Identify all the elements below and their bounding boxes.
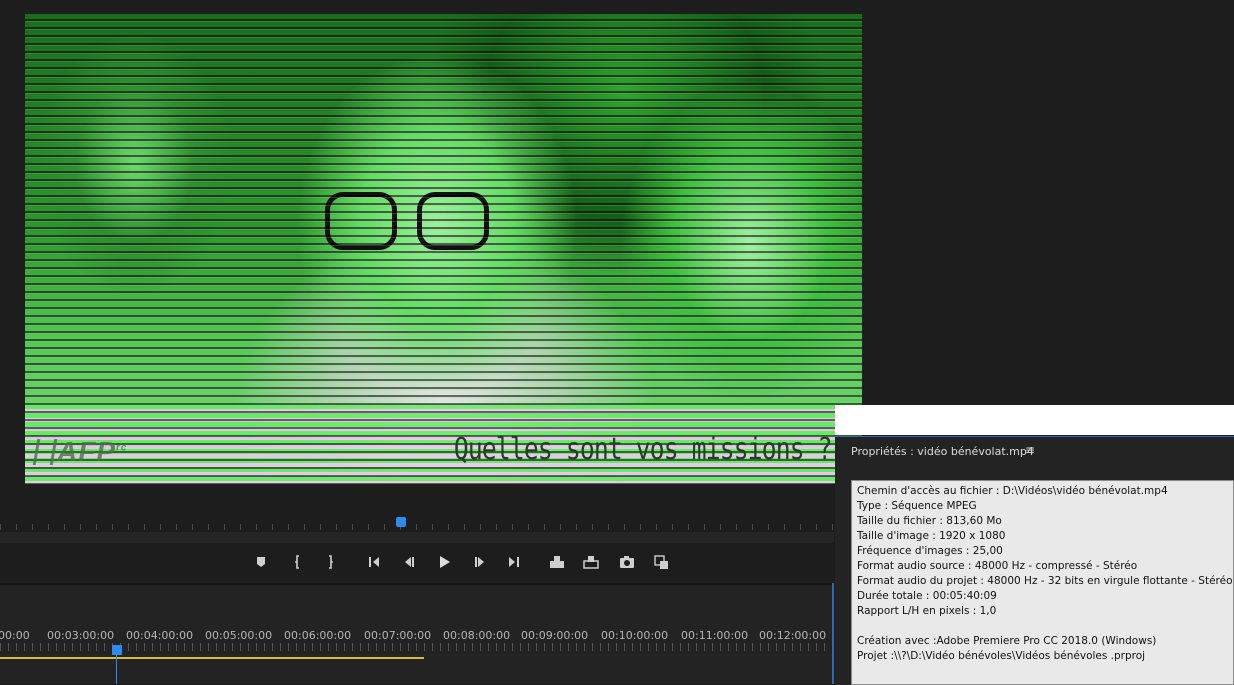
video-scanlines bbox=[25, 14, 862, 484]
timecode-label: 00:11:00:00 bbox=[681, 629, 749, 642]
timeline-panel: 00:00 00:03:00:00 00:04:00:00 00:05:00:0… bbox=[0, 583, 834, 684]
insert-button[interactable] bbox=[544, 551, 570, 573]
timecode-label: 00:03:00:00 bbox=[47, 629, 115, 642]
afp-logo-text: AFP bbox=[57, 436, 116, 467]
step-forward-icon bbox=[475, 557, 484, 567]
transport-controls bbox=[0, 545, 834, 579]
properties-line: Format audio source : 48000 Hz - compres… bbox=[857, 560, 1138, 572]
step-forward-button[interactable] bbox=[467, 551, 493, 573]
timecode-label: 00:07:00:00 bbox=[364, 629, 432, 642]
monitor-scrub-bar[interactable] bbox=[0, 532, 834, 543]
timecode-label: 00:04:00:00 bbox=[126, 629, 194, 642]
timeline-separator bbox=[0, 583, 834, 585]
go-to-out-button[interactable] bbox=[500, 551, 526, 573]
properties-panel: Propriétés : vidéo bénévolat.mp4 ≡ Chemi… bbox=[835, 436, 1234, 685]
work-area-bar[interactable] bbox=[0, 657, 424, 659]
properties-line: Projet :\\?\D:\Vidéo bénévoles\Vidéos bé… bbox=[857, 650, 1146, 662]
properties-spacer bbox=[857, 619, 1228, 634]
mark-out-button[interactable] bbox=[317, 551, 343, 573]
hamburger-icon[interactable]: ≡ bbox=[1025, 443, 1035, 457]
panel-header-blank bbox=[835, 405, 1234, 435]
properties-line: Format audio du projet : 48000 Hz - 32 b… bbox=[857, 575, 1233, 587]
marker-icon bbox=[257, 557, 265, 567]
button-editor-button[interactable] bbox=[648, 551, 674, 573]
monitor-playhead[interactable] bbox=[396, 517, 406, 527]
step-back-icon bbox=[405, 557, 414, 567]
timecode-label: 00:10:00:00 bbox=[601, 629, 669, 642]
timecode-label: 00:06:00:00 bbox=[284, 629, 352, 642]
afp-logo-figure bbox=[32, 439, 58, 465]
afp-logo: AFPrc bbox=[32, 436, 128, 468]
go-to-in-button[interactable] bbox=[362, 551, 388, 573]
timecode-label: 00:12:00:00 bbox=[759, 629, 827, 642]
properties-title: Propriétés : vidéo bénévolat.mp4 bbox=[851, 445, 1034, 458]
properties-line: Création avec :Adobe Premiere Pro CC 201… bbox=[857, 635, 1157, 647]
play-icon bbox=[440, 556, 450, 568]
mark-out-icon bbox=[329, 555, 333, 569]
properties-line: Taille d'image : 1920 x 1080 bbox=[857, 530, 1006, 542]
camera-icon bbox=[620, 556, 634, 568]
go-to-in-icon bbox=[369, 557, 379, 567]
mark-in-icon bbox=[295, 555, 299, 569]
properties-line: Taille du fichier : 813,60 Mo bbox=[857, 515, 1002, 527]
insert-icon bbox=[550, 556, 564, 568]
timeline-playhead-line[interactable] bbox=[116, 655, 117, 684]
plus-icon bbox=[654, 555, 668, 569]
go-to-out-icon bbox=[509, 557, 519, 567]
overwrite-icon bbox=[583, 556, 599, 569]
play-button[interactable] bbox=[431, 551, 457, 573]
properties-line: Rapport L/H en pixels : 1,0 bbox=[857, 605, 997, 617]
overwrite-button[interactable] bbox=[578, 551, 604, 573]
monitor-time-ruler[interactable] bbox=[0, 520, 834, 532]
timecode-label: 00:09:00:00 bbox=[521, 629, 589, 642]
timecode-label: 00:05:00:00 bbox=[205, 629, 273, 642]
add-marker-button[interactable] bbox=[248, 551, 274, 573]
timeline-ruler[interactable] bbox=[0, 643, 834, 651]
properties-line: Fréquence d'images : 25,00 bbox=[857, 545, 1003, 557]
properties-line: Type : Séquence MPEG bbox=[857, 500, 977, 512]
timeline-playhead[interactable] bbox=[112, 645, 122, 655]
afp-logo-superscript: rc bbox=[116, 442, 128, 454]
export-frame-button[interactable] bbox=[614, 551, 640, 573]
panel-divider[interactable] bbox=[832, 583, 834, 684]
step-back-button[interactable] bbox=[396, 551, 422, 573]
properties-line: Durée totale : 00:05:40:09 bbox=[857, 590, 997, 602]
properties-line: Chemin d'accès au fichier : D:\Vidéos\vi… bbox=[857, 485, 1168, 497]
timecode-label: 00:08:00:00 bbox=[443, 629, 511, 642]
timecode-label: 00:00 bbox=[0, 629, 30, 642]
video-caption: Quelles sont vos missions ? bbox=[454, 432, 833, 467]
mark-in-button[interactable] bbox=[285, 551, 311, 573]
properties-text-box[interactable]: Chemin d'accès au fichier : D:\Vidéos\vi… bbox=[851, 480, 1234, 685]
program-monitor-video: AFPrc Quelles sont vos missions ? bbox=[25, 14, 862, 484]
